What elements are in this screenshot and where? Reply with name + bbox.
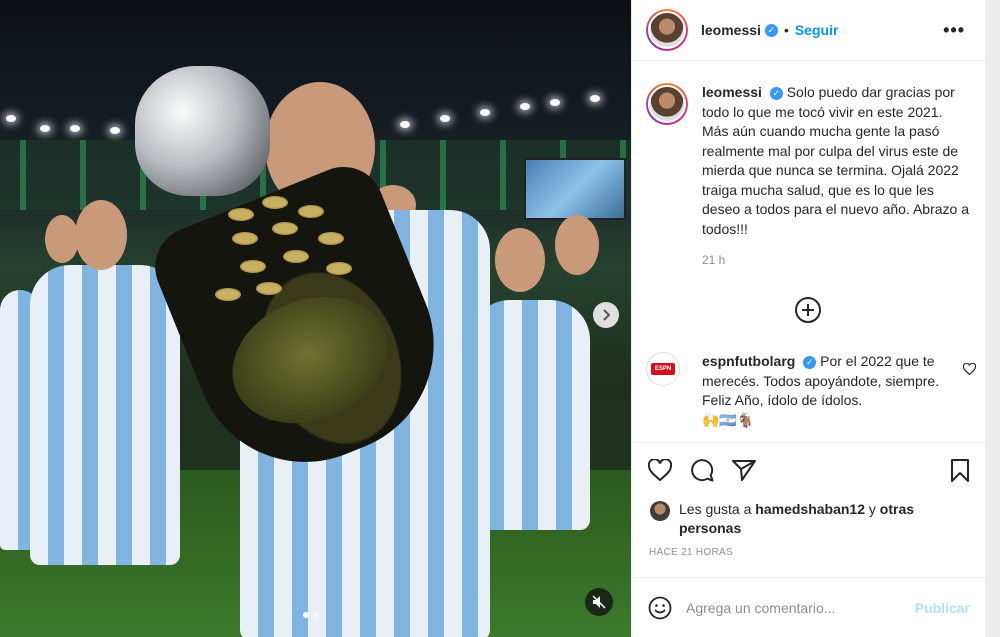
caption-body: Solo puedo dar gracias por todo lo que m… — [702, 84, 969, 237]
post-username[interactable]: leomessi — [701, 22, 761, 38]
more-options-button[interactable]: ••• — [943, 20, 965, 41]
comment-item: ESPN espnfutbolarg ✓ Por el 2022 que te … — [646, 352, 977, 430]
trophy-medal — [256, 282, 282, 295]
heart-icon — [962, 362, 977, 376]
trophy-medal — [232, 232, 258, 245]
player-figure — [30, 265, 180, 565]
post-details-panel: leomessi ✓ • Seguir ••• leomessi ✓ Solo … — [631, 0, 986, 637]
trophy-medal — [318, 232, 344, 245]
comment-icon — [691, 459, 714, 482]
espn-logo: ESPN — [651, 363, 675, 375]
next-slide-button[interactable] — [593, 302, 619, 328]
like-button[interactable] — [648, 459, 672, 481]
comment-text: espnfutbolarg ✓ Por el 2022 que te merec… — [702, 352, 952, 430]
carousel-dots — [303, 612, 319, 618]
post-actions — [632, 442, 986, 483]
avatar[interactable] — [646, 9, 688, 51]
likes-user[interactable]: hamedshaban12 — [755, 501, 865, 517]
carousel-dot — [313, 612, 319, 618]
comment-button[interactable] — [690, 458, 714, 482]
load-more-comments-button[interactable] — [795, 297, 821, 323]
avatar[interactable] — [650, 501, 670, 521]
avatar[interactable]: ESPN — [646, 352, 680, 386]
emoji-button[interactable] — [648, 596, 672, 620]
likes-prefix: Les gusta a — [679, 501, 752, 517]
mute-button[interactable] — [585, 588, 613, 616]
bookmark-icon — [951, 458, 969, 482]
carousel-dot — [303, 612, 309, 618]
player-head — [495, 228, 545, 292]
follow-button[interactable]: Seguir — [795, 22, 839, 38]
comment-username[interactable]: espnfutbolarg — [702, 353, 795, 369]
trophy-medal — [240, 260, 266, 273]
post-photo[interactable] — [0, 0, 631, 637]
heart-icon — [648, 459, 672, 481]
caption: leomessi ✓ Solo puedo dar gracias por to… — [632, 61, 985, 239]
share-button[interactable] — [732, 459, 756, 481]
trophy-medal — [283, 250, 309, 263]
stadium-screen — [524, 158, 626, 220]
caption-username[interactable]: leomessi — [702, 84, 762, 100]
comment-box: Publicar — [632, 577, 986, 637]
likes-summary: Les gusta a hamedshaban12 y otras person… — [650, 500, 929, 538]
trophy-medal — [272, 222, 298, 235]
caption-text: leomessi ✓ Solo puedo dar gracias por to… — [702, 83, 971, 239]
publish-button[interactable]: Publicar — [915, 600, 970, 616]
comment-input[interactable] — [686, 599, 886, 616]
player-head — [75, 200, 127, 270]
caption-time[interactable]: 21 h — [702, 253, 985, 267]
plus-circle-icon — [802, 304, 814, 316]
trophy-medal — [326, 262, 352, 275]
trophy-medal — [262, 196, 288, 209]
comment-emojis: 🙌🇦🇷🐐 — [702, 411, 755, 428]
player-head — [45, 215, 79, 263]
like-comment-button[interactable] — [962, 362, 977, 380]
likes-and: y — [868, 501, 876, 517]
post-header: leomessi ✓ • Seguir ••• — [632, 0, 985, 61]
page-margin — [985, 0, 1000, 637]
trophy-cup — [135, 66, 270, 196]
verified-icon: ✓ — [764, 23, 778, 37]
trophy-medal — [215, 288, 241, 301]
trophy-medal — [228, 208, 254, 221]
verified-icon: ✓ — [803, 355, 817, 369]
chevron-right-icon — [603, 309, 611, 321]
separator-bullet: • — [783, 22, 789, 38]
post-timestamp[interactable]: HACE 21 HORAS — [649, 547, 733, 558]
verified-icon: ✓ — [769, 86, 783, 100]
save-button[interactable] — [950, 458, 970, 482]
emoji-icon — [648, 596, 672, 619]
mute-icon — [592, 595, 606, 609]
avatar[interactable] — [646, 83, 688, 125]
trophy-medal — [298, 205, 324, 218]
player-head — [555, 215, 599, 275]
share-icon — [732, 460, 756, 481]
